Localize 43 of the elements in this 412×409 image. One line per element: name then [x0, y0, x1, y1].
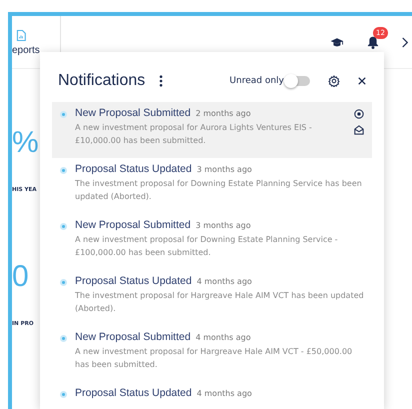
- unread-dot: [60, 223, 67, 230]
- bell-icon[interactable]: [366, 36, 380, 48]
- unread-dot: [60, 335, 67, 342]
- notification-title: Proposal Status Updated: [75, 163, 192, 175]
- close-icon[interactable]: [358, 77, 366, 85]
- notification-time: 4 months ago: [196, 333, 251, 342]
- notification-item[interactable]: Proposal Status Updated 4 months ago The investment proposal for Hargreave Hale AIM VCT has been updated (Aborted).: [52, 270, 372, 326]
- notification-message: The investment proposal for Downing Estate Planning Service has been updated (Aborted).: [75, 178, 363, 203]
- target-icon[interactable]: [354, 109, 364, 119]
- unread-dot: [60, 279, 67, 286]
- notification-item[interactable]: New Proposal Submitted 2 months ago A new investment proposal for Aurora Lights Ventures EIS - £10,000.00 has been submitted.: [52, 102, 372, 158]
- notification-time: 3 months ago: [196, 165, 252, 174]
- panel-title: Notifications: [58, 72, 146, 90]
- unread-only-label: Unread only: [230, 76, 284, 86]
- report-icon: [16, 28, 26, 42]
- unread-only-toggle[interactable]: [286, 76, 310, 86]
- graduation-cap-icon[interactable]: [330, 36, 344, 48]
- notification-item[interactable]: New Proposal Submitted 4 months ago A new investment proposal for Hargreave Hale AIM VCT - £50,000.00 has been submitted.: [52, 326, 372, 382]
- notification-title: New Proposal Submitted: [75, 107, 191, 119]
- notification-title: New Proposal Submitted: [75, 219, 191, 231]
- notification-message: The investment proposal for Hargreave Hale AIM VCT has been updated (Aborted).: [75, 290, 364, 315]
- notification-item[interactable]: New Proposal Submitted 3 months ago A new investment proposal for Downing Estate Planning Service - £100,000.00 has been submitted.: [52, 214, 372, 270]
- more-options-icon[interactable]: [159, 75, 164, 87]
- notification-title: Proposal Status Updated: [75, 387, 192, 399]
- unread-dot: [60, 391, 67, 398]
- notification-title: Proposal Status Updated: [75, 275, 192, 287]
- notification-message: A new investment proposal for Aurora Lights Ventures EIS - £10,000.00 has been submitted.: [75, 122, 313, 147]
- notification-time: 4 months ago: [196, 389, 252, 398]
- unread-dot: [60, 111, 67, 118]
- notification-message: A new investment proposal for Downing Estate Planning Service - £100,000.00 has been submitted.: [75, 234, 339, 259]
- notification-item[interactable]: Proposal Status Updated 3 months ago The investment proposal for Downing Estate Planning Service has been updated (Aborted).: [52, 158, 372, 214]
- chevron-right-icon[interactable]: [402, 36, 408, 48]
- notification-message: A new investment proposal for Hargreave Hale AIM VCT - £50,000.00 has been submitted.: [75, 346, 354, 371]
- notification-title: New Proposal Submitted: [75, 331, 191, 343]
- notification-item[interactable]: Proposal Status Updated 4 months ago: [52, 382, 372, 409]
- notification-time: 2 months ago: [196, 109, 251, 118]
- stat-value: 0: [12, 259, 29, 295]
- stat-value: %: [12, 125, 39, 161]
- notification-time: 4 months ago: [196, 277, 252, 286]
- settings-icon[interactable]: [328, 75, 340, 87]
- unread-dot: [60, 167, 67, 174]
- notification-time: 3 months ago: [196, 221, 251, 230]
- open-envelope-icon[interactable]: [354, 125, 364, 135]
